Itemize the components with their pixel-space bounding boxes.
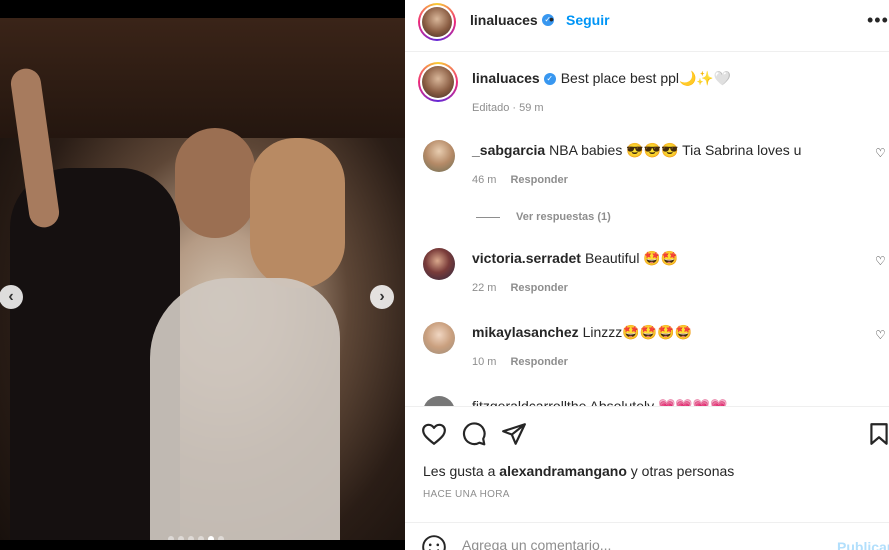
next-slide-button[interactable]: ›	[370, 285, 394, 309]
separator-dot: •	[549, 11, 554, 27]
like-heart-icon[interactable]	[421, 421, 447, 447]
comment-text: victoria.serradet Beautiful 🤩🤩	[472, 250, 678, 267]
carousel-dot	[198, 536, 204, 540]
commenter-avatar[interactable]	[423, 140, 455, 172]
comment-meta: 22 m Responder	[472, 282, 568, 294]
post-photo[interactable]: ‹ ›	[0, 18, 405, 540]
verified-badge-icon: ✓	[543, 73, 556, 86]
liker-username[interactable]: alexandramangano	[499, 463, 627, 479]
carousel-dot-active	[208, 536, 214, 540]
author-username[interactable]: linaluaces	[470, 12, 538, 28]
publish-button[interactable]: Publicar	[837, 539, 889, 550]
carousel-dot	[168, 536, 174, 540]
commenter-avatar[interactable]	[423, 322, 455, 354]
caption-username[interactable]: linaluaces	[472, 70, 540, 86]
comment-meta: 46 m Responder	[472, 174, 568, 186]
add-comment-bar: Publicar	[405, 522, 889, 550]
comment-input[interactable]	[462, 537, 812, 550]
previous-slide-button[interactable]: ‹	[0, 285, 23, 309]
comment-body: NBA babies 😎😎😎 Tia Sabrina loves u	[549, 142, 802, 158]
comment-time: 46 m	[472, 174, 497, 186]
commenter-avatar[interactable]	[423, 248, 455, 280]
carousel-dot	[188, 536, 194, 540]
replies-divider	[476, 216, 500, 218]
like-comment-heart-icon[interactable]: ♡	[875, 328, 886, 342]
commenter-username[interactable]: mikaylasanchez	[472, 324, 579, 340]
caption-text: linaluaces ✓ Best place best ppl🌙✨🤍	[472, 70, 731, 87]
carousel-dot	[218, 536, 224, 540]
photo-figure	[150, 278, 340, 540]
author-avatar[interactable]	[418, 3, 456, 41]
post-details-panel: linaluaces ✓ • Seguir ••• linaluaces ✓ Bes…	[405, 0, 889, 550]
author-avatar[interactable]	[418, 62, 458, 102]
commenter-username[interactable]: victoria.serradet	[472, 250, 581, 266]
chevron-right-icon: ›	[379, 288, 385, 305]
photo-background	[0, 18, 405, 138]
reply-button[interactable]: Responder	[510, 282, 567, 294]
comment-time: 10 m	[472, 356, 497, 368]
comment-body: Beautiful 🤩🤩	[584, 250, 679, 266]
likes-suffix[interactable]: y otras personas	[631, 463, 735, 479]
post-actions: Les gusta a alexandramangano y otras per…	[405, 406, 889, 550]
likes-summary: Les gusta a alexandramangano y otras per…	[423, 463, 734, 479]
more-options-icon[interactable]: •••	[867, 10, 889, 31]
comment-text: mikaylasanchez Linzzz🤩🤩🤩🤩	[472, 324, 692, 341]
likes-prefix: Les gusta a	[423, 463, 496, 479]
post-header: linaluaces ✓ • Seguir •••	[405, 0, 889, 52]
caption-meta: Editado · 59 m	[472, 102, 544, 114]
commenter-username[interactable]: _sabgarcia	[472, 142, 545, 158]
like-comment-heart-icon[interactable]: ♡	[875, 254, 886, 268]
caption-body: Best place best ppl🌙✨🤍	[560, 70, 732, 86]
see-replies-button[interactable]: Ver respuestas (1)	[476, 211, 611, 223]
see-replies-label: Ver respuestas (1)	[516, 211, 611, 223]
reply-button[interactable]: Responder	[510, 174, 567, 186]
follow-button[interactable]: Seguir	[566, 12, 610, 28]
share-send-icon[interactable]	[501, 421, 527, 447]
carousel-dot	[178, 536, 184, 540]
reply-button[interactable]: Responder	[510, 356, 567, 368]
like-comment-heart-icon[interactable]: ♡	[875, 146, 886, 160]
comment-body: Linzzz🤩🤩🤩🤩	[582, 324, 693, 340]
carousel-indicator	[168, 536, 224, 540]
photo-figure	[175, 128, 255, 238]
emoji-icon[interactable]	[421, 534, 447, 550]
save-bookmark-icon[interactable]	[866, 421, 889, 447]
instagram-post-modal: ‹ › linaluaces ✓ • Seguir ••• linaluaces…	[0, 0, 889, 550]
comment-time: 22 m	[472, 282, 497, 294]
comment-bubble-icon[interactable]	[461, 421, 487, 447]
post-timestamp: HACE UNA HORA	[423, 489, 510, 500]
author-info: linaluaces ✓	[470, 12, 554, 28]
comment-meta: 10 m Responder	[472, 356, 568, 368]
chevron-left-icon: ‹	[8, 288, 14, 305]
comment-text: _sabgarcia NBA babies 😎😎😎 Tia Sabrina lov…	[472, 142, 801, 159]
photo-figure	[250, 138, 345, 288]
